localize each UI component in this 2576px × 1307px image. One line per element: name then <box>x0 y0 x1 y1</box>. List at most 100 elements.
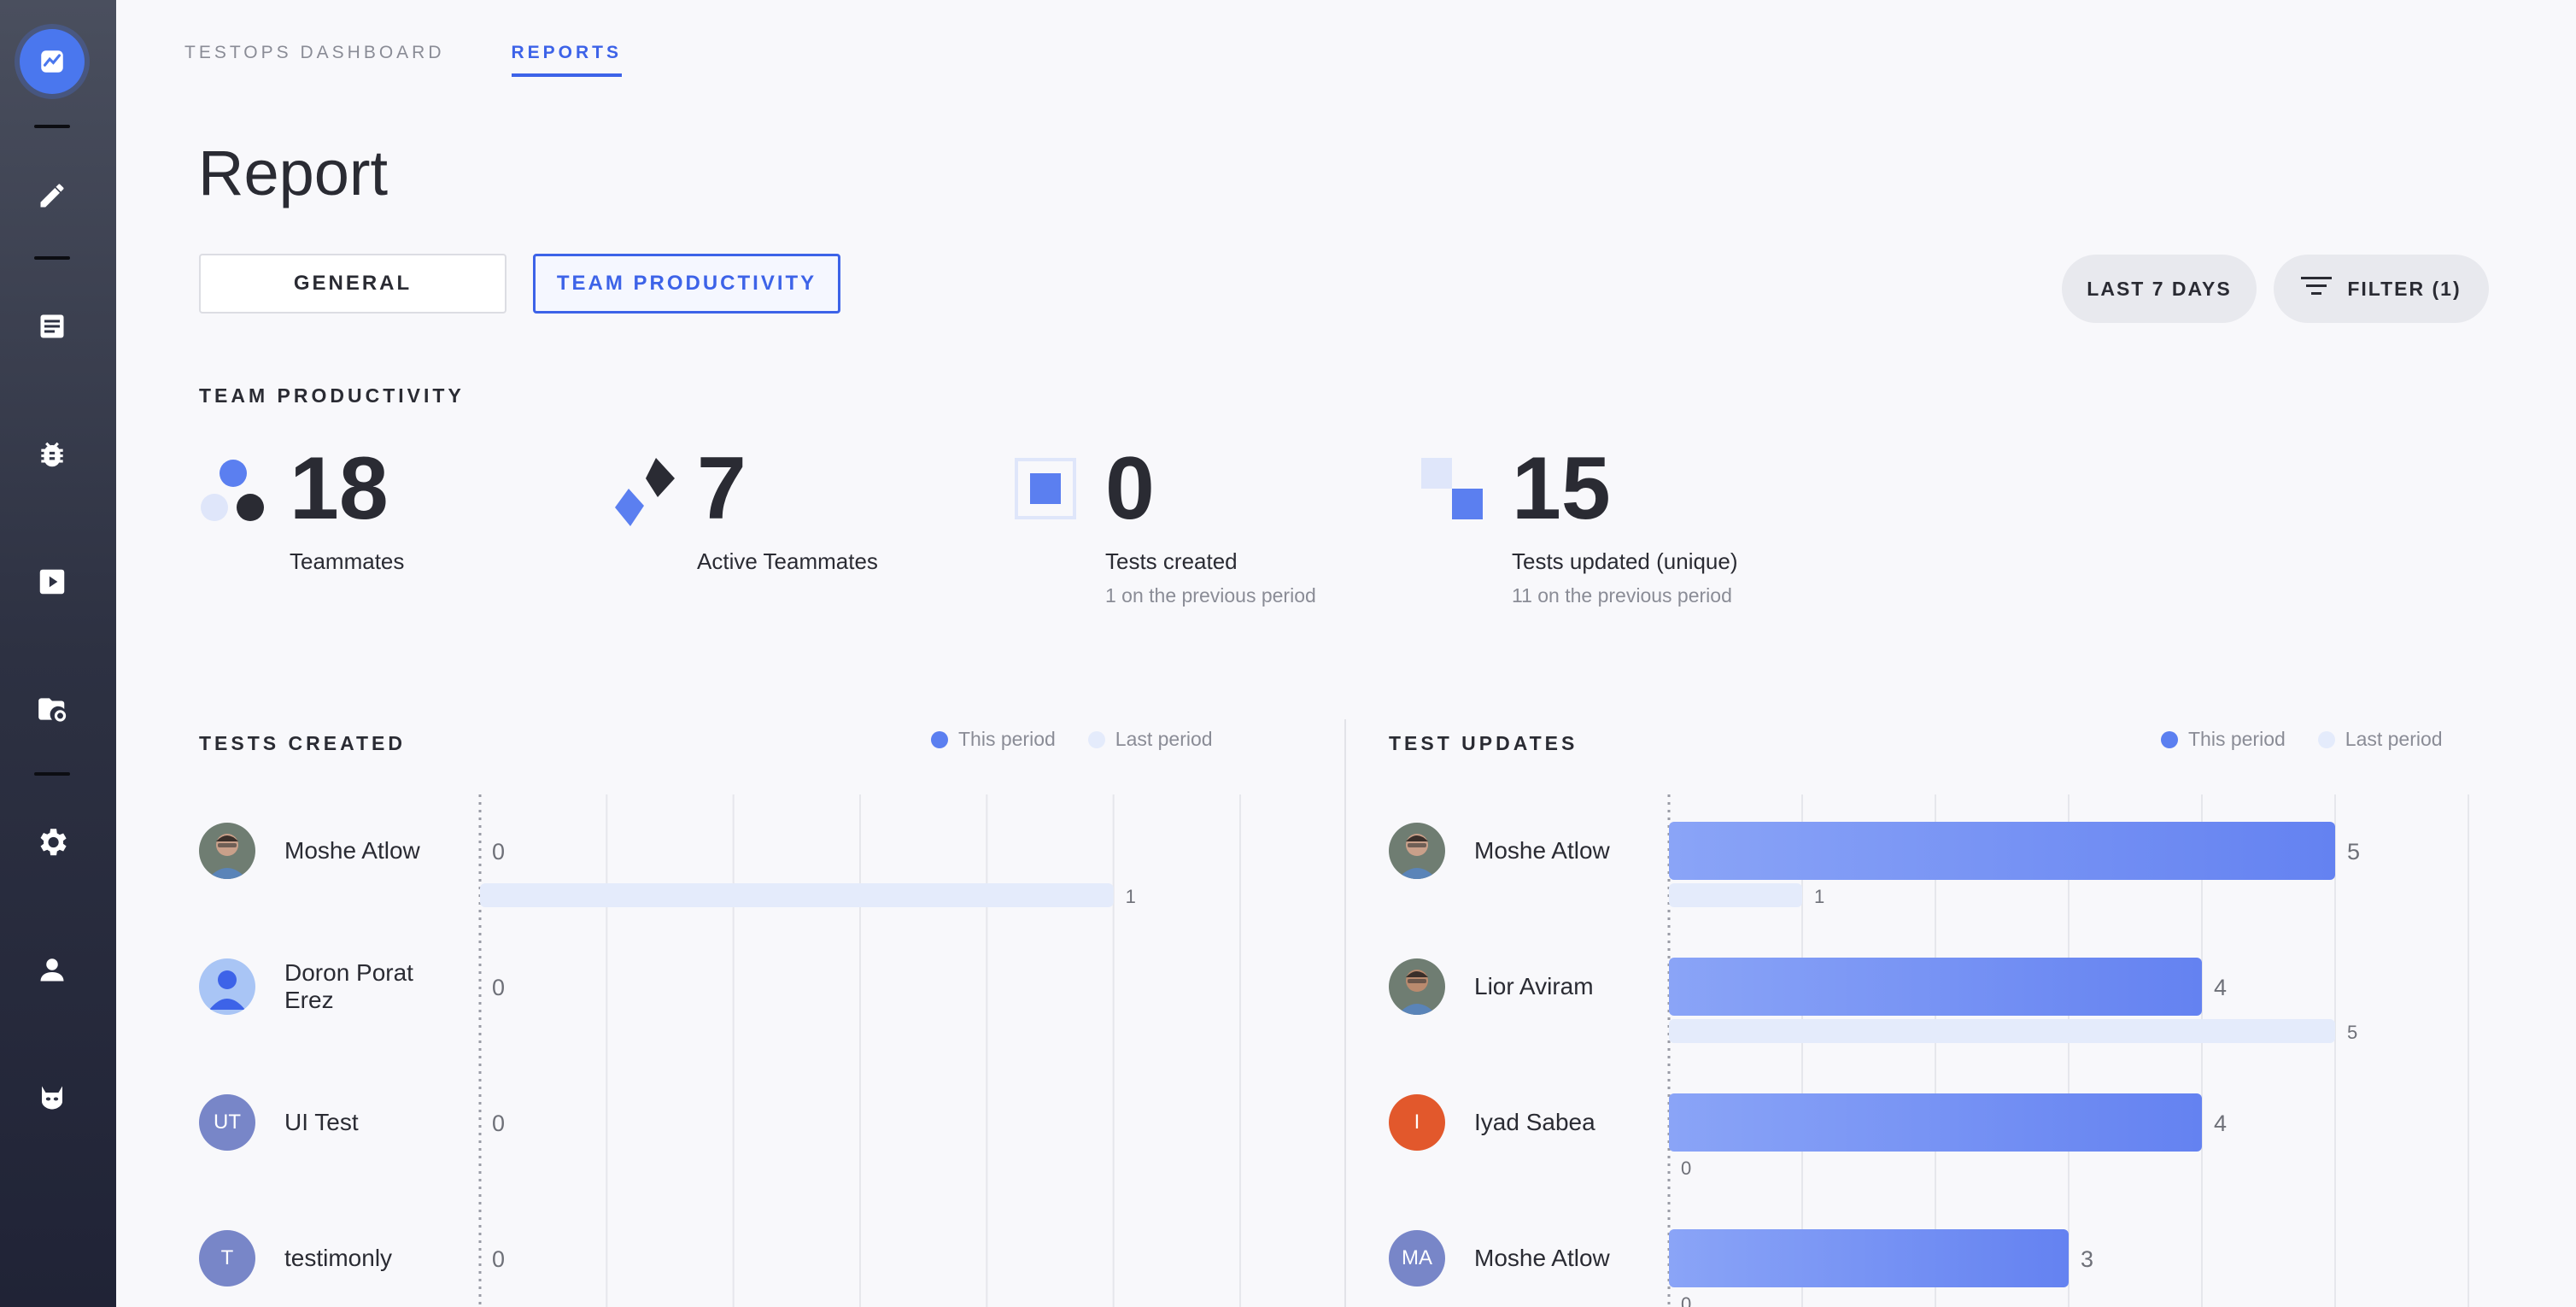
bar-last-period <box>1669 1019 2335 1043</box>
active-teammates-icon <box>606 458 678 530</box>
tab-testops-dashboard[interactable]: TESTOPS DASHBOARD <box>184 43 445 77</box>
person-name: Moshe Atlow <box>284 836 420 864</box>
bar-this-period <box>1669 822 2335 880</box>
gear-icon[interactable] <box>31 821 73 864</box>
bar-this-value: 0 <box>492 1111 505 1136</box>
filter-icon <box>2301 275 2333 302</box>
bar-last-value: 0 <box>1681 1293 1691 1307</box>
bar-this-value: 0 <box>492 1246 505 1272</box>
bar-this-value: 4 <box>2214 975 2227 1000</box>
person-name: Moshe Atlow <box>1474 836 1610 864</box>
person-name: testimonly <box>284 1244 393 1271</box>
top-navigation: TESTOPS DASHBOARD REPORTS <box>184 43 623 77</box>
filter-button[interactable]: FILTER (1) <box>2274 255 2489 323</box>
sidebar-separator <box>34 256 70 260</box>
legend-dot-last <box>2317 730 2335 748</box>
bar-this-value: 3 <box>2081 1246 2093 1272</box>
legend-dot-this <box>931 730 948 748</box>
avatar <box>199 958 255 1015</box>
legend-last-period: Last period <box>2317 728 2443 751</box>
legend-last-period: Last period <box>1087 728 1213 751</box>
pencil-icon[interactable] <box>31 174 73 217</box>
legend-this-period: This period <box>2161 728 2286 751</box>
avatar: MA <box>1389 1230 1445 1286</box>
sidebar-separator <box>34 772 70 776</box>
bar-this-value: 5 <box>2347 839 2360 864</box>
person-row: I Iyad Sabea <box>1389 1094 1645 1151</box>
team-productivity-title: TEAM PRODUCTIVITY <box>199 384 465 407</box>
person-row: Moshe Atlow <box>199 823 455 879</box>
test-updates-chart: 5 1 4 5 4 0 3 0 <box>1667 794 2469 1307</box>
tests-created-chart: 0 1 0 0 0 <box>478 794 1241 1307</box>
user-icon[interactable] <box>31 948 73 991</box>
bar-this-period <box>1669 958 2202 1016</box>
test-updates-legend: This period Last period <box>2161 728 2463 751</box>
person-row: UT UI Test <box>199 1094 455 1151</box>
bar-this-period <box>1669 1229 2069 1287</box>
teammates-label: Teammates <box>290 548 405 574</box>
bar-this-value: 4 <box>2214 1111 2227 1136</box>
avatar: UT <box>199 1094 255 1151</box>
bar-last-period <box>1669 883 1802 907</box>
tests-created-icon <box>1015 458 1086 530</box>
date-range-label: LAST 7 DAYS <box>2087 277 2232 300</box>
mask-icon[interactable] <box>31 1076 73 1119</box>
legend-this-label: This period <box>2188 728 2286 750</box>
person-row: MA Moshe Atlow <box>1389 1230 1645 1286</box>
person-name: Moshe Atlow <box>1474 1244 1610 1271</box>
tests-created-previous: 1 on the previous period <box>1105 584 1316 607</box>
avatar <box>1389 958 1445 1015</box>
tests-updated-label: Tests updated (unique) <box>1512 548 1738 574</box>
teammates-count: 18 <box>290 439 389 538</box>
page-title: Report <box>198 138 389 208</box>
test-updates-title: TEST UPDATES <box>1389 732 1578 754</box>
tests-created-label: Tests created <box>1105 548 1238 574</box>
bar-last-value: 0 <box>1681 1158 1691 1179</box>
dashboard-logo-icon[interactable] <box>20 29 85 94</box>
team-productivity-tab-button[interactable]: TEAM PRODUCTIVITY <box>533 254 840 314</box>
bug-icon[interactable] <box>31 433 73 476</box>
general-tab-button[interactable]: GENERAL <box>199 254 506 314</box>
bar-last-period <box>480 883 1114 907</box>
panel-divider <box>1344 719 1346 1307</box>
play-icon[interactable] <box>31 560 73 603</box>
avatar <box>199 823 255 879</box>
tests-updated-previous: 11 on the previous period <box>1512 584 1732 607</box>
person-row: Ttestimonly <box>199 1230 455 1286</box>
avatar: T <box>199 1230 255 1286</box>
bar-last-value: 5 <box>2347 1022 2357 1043</box>
legend-last-label: Last period <box>2345 728 2443 750</box>
filter-label: FILTER (1) <box>2347 277 2462 300</box>
avatar: I <box>1389 1094 1445 1151</box>
legend-this-period: This period <box>931 728 1056 751</box>
person-name: UI Test <box>284 1108 359 1135</box>
tests-updated-icon <box>1421 458 1493 530</box>
bar-this-value: 0 <box>492 839 505 864</box>
folder-settings-icon[interactable] <box>31 688 73 730</box>
person-row: Lior Aviram <box>1389 958 1645 1015</box>
legend-last-label: Last period <box>1115 728 1213 750</box>
person-name: Iyad Sabea <box>1474 1108 1595 1135</box>
legend-dot-this <box>2161 730 2178 748</box>
tests-updated-count: 15 <box>1512 439 1611 538</box>
legend-this-label: This period <box>958 728 1056 750</box>
bar-last-value: 1 <box>1126 886 1136 907</box>
active-teammates-count: 7 <box>697 439 746 538</box>
sidebar-separator <box>34 125 70 128</box>
person-name: Doron Porat Erez <box>284 958 413 1013</box>
tab-reports[interactable]: REPORTS <box>511 43 623 77</box>
active-teammates-label: Active Teammates <box>697 548 878 574</box>
bar-this-value: 0 <box>492 975 505 1000</box>
tests-created-count: 0 <box>1105 439 1155 538</box>
tests-created-title: TESTS CREATED <box>199 732 406 754</box>
teammates-icon <box>199 458 271 530</box>
avatar <box>1389 823 1445 879</box>
person-name: Lior Aviram <box>1474 972 1594 999</box>
legend-dot-last <box>1087 730 1105 748</box>
tests-created-legend: This period Last period <box>931 728 1233 751</box>
document-list-icon[interactable] <box>31 305 73 348</box>
person-row: Doron Porat Erez <box>199 958 455 1015</box>
sidebar <box>0 0 116 1307</box>
date-range-button[interactable]: LAST 7 DAYS <box>2062 255 2257 323</box>
bar-this-period <box>1669 1093 2202 1152</box>
